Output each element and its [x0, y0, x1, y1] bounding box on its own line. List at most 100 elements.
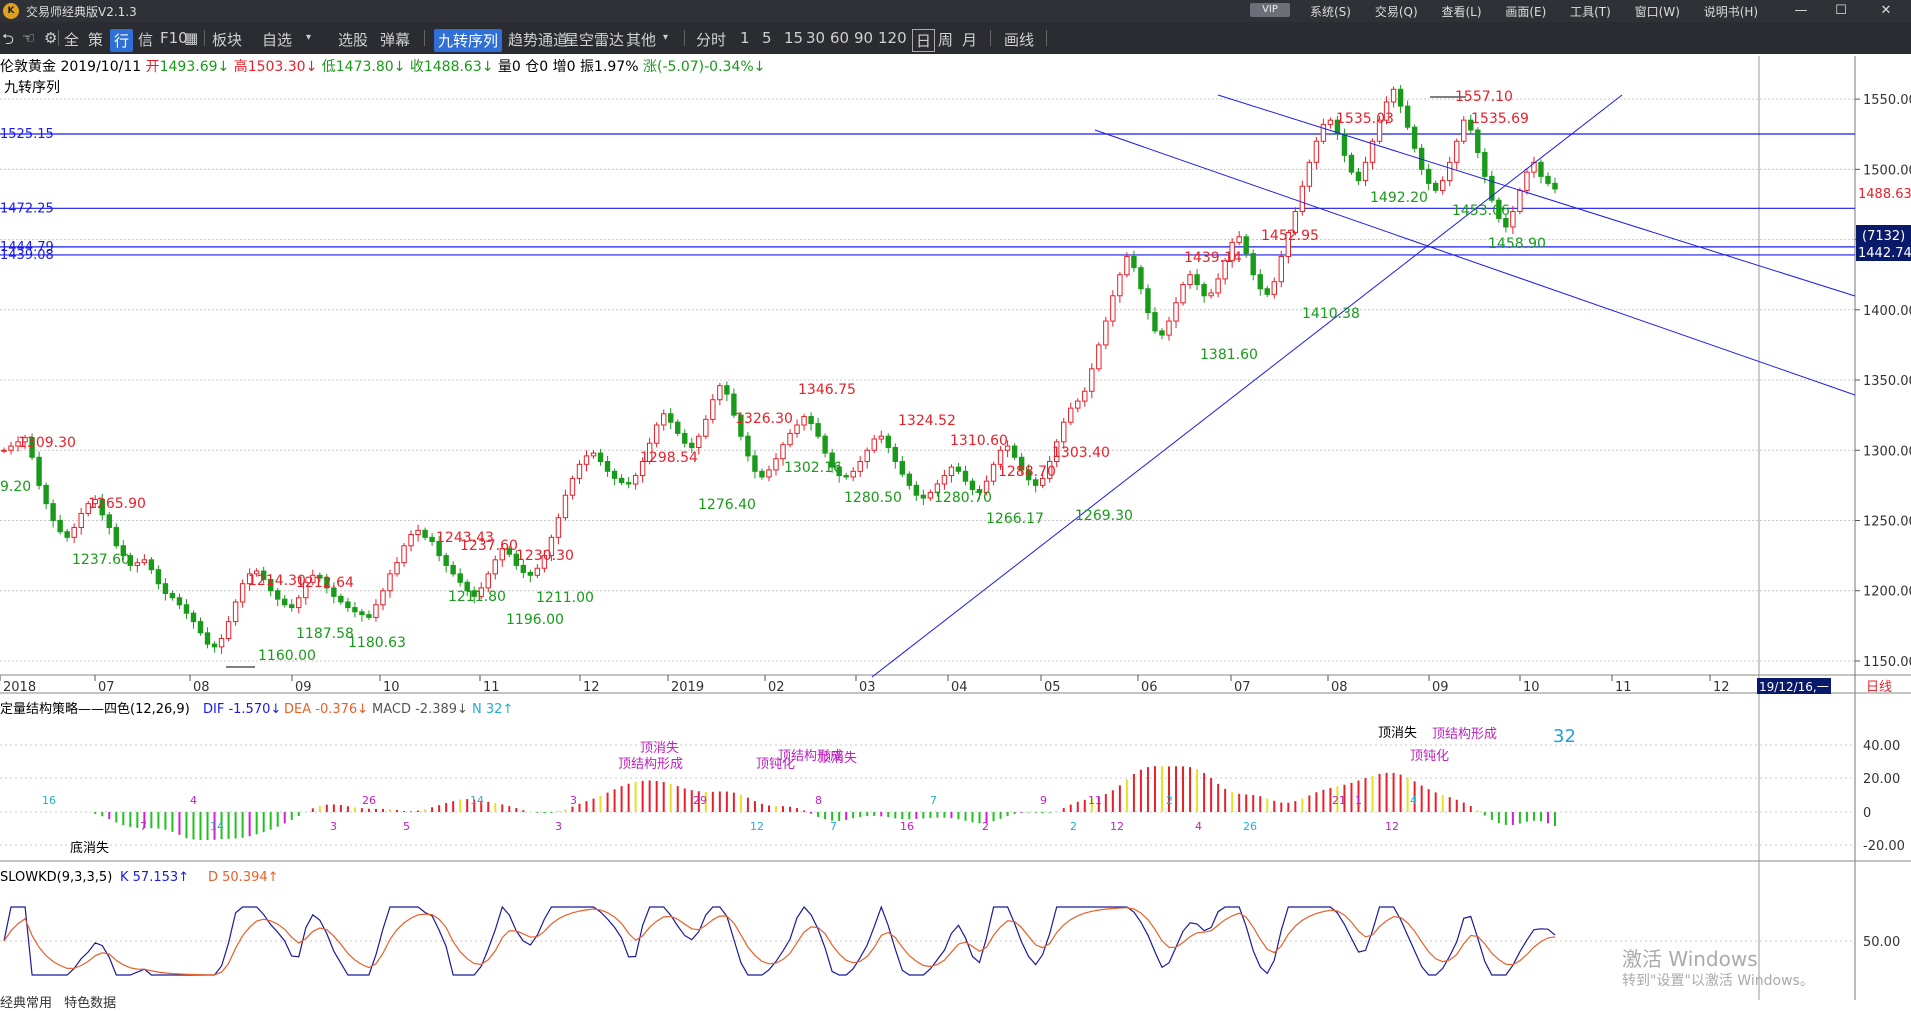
macd-count-label: 8 — [815, 794, 822, 807]
macd-count-label: 21 — [1332, 794, 1346, 807]
candle-body — [1075, 400, 1081, 409]
macd-count-label: 2 — [982, 820, 989, 833]
candle-body — [1159, 330, 1165, 336]
price-tick-label: 1400.00 — [1863, 304, 1911, 319]
candle-body — [990, 463, 997, 482]
candle-body — [296, 597, 302, 609]
candle-body — [1243, 236, 1249, 255]
candle-body — [380, 590, 386, 606]
candle-body — [338, 595, 344, 603]
peak-label: 1439.14 — [1184, 250, 1242, 266]
macd-tick-label: 0 — [1863, 806, 1871, 821]
candle-body — [366, 614, 372, 618]
macd-count-label: 26 — [1243, 820, 1257, 833]
price-tick-label: 1550.00 — [1863, 93, 1911, 108]
candle-body — [155, 569, 162, 585]
macd-annotation: 顶钝化 — [756, 757, 795, 772]
candle-body — [562, 494, 569, 519]
candle-body — [878, 435, 884, 440]
candle-body — [962, 470, 969, 482]
level-label: 1472.25 — [0, 201, 54, 216]
peak-label: 1298.54 — [640, 450, 698, 466]
date-tick-label: 04 — [951, 680, 968, 695]
candle-body — [997, 449, 1004, 465]
kd-tick-label: 50.00 — [1863, 935, 1900, 950]
peak-label: 1303.40 — [1052, 445, 1110, 461]
trough-label: 1266.17 — [986, 511, 1044, 527]
candle-body — [822, 435, 828, 454]
candle-body — [745, 435, 751, 457]
macd-tick-label: 40.00 — [1863, 739, 1900, 754]
candle-body — [148, 559, 155, 571]
candle-body — [373, 604, 379, 618]
candle-body — [597, 452, 604, 463]
price-tick-label: 1150.00 — [1863, 655, 1911, 670]
candle-body — [1306, 161, 1313, 187]
date-tick-label: 07 — [1234, 680, 1251, 695]
macd-name: 定量结构策略——四色(12,26,9) — [0, 701, 190, 717]
trough-label: 1160.00 — [258, 648, 316, 664]
candle-body — [1271, 281, 1277, 295]
trough-label: 1196.00 — [506, 612, 564, 628]
candle-body — [969, 480, 976, 491]
candle-body — [885, 435, 891, 448]
candle-body — [443, 555, 449, 566]
candle-body — [211, 643, 218, 648]
candle-body — [604, 461, 611, 472]
candle-body — [1341, 133, 1348, 156]
candle-body — [527, 571, 534, 576]
candle-body — [1011, 445, 1018, 458]
macd-tick-label: 20.00 — [1863, 772, 1900, 787]
trough-label: 1180.63 — [348, 635, 406, 651]
candle-body — [394, 562, 400, 575]
candle-body — [794, 424, 800, 434]
chart-canvas[interactable]: 1150.001200.001250.001300.001350.001400.… — [0, 0, 1911, 1004]
date-tick-label: 03 — [859, 680, 876, 695]
candle-body — [1264, 288, 1270, 295]
candle-body — [64, 531, 70, 538]
candle-body — [1103, 320, 1109, 346]
candle-body — [717, 385, 723, 401]
candle-body — [955, 466, 962, 472]
candle-body — [689, 442, 695, 448]
peak-label: 1535.69 — [1471, 111, 1529, 127]
macd-count-label: 3 — [330, 820, 337, 833]
candle-body — [899, 461, 906, 475]
date-tick-label: 05 — [1044, 680, 1061, 695]
macd-count-label: 11 — [1088, 794, 1102, 807]
candle-body — [696, 435, 702, 448]
candle-body — [653, 424, 660, 444]
candle-body — [1482, 151, 1488, 177]
macd-annotation: 底消失 — [70, 840, 109, 856]
candle-body — [50, 503, 56, 521]
cursor-date-label: 19/12/16,一 — [1759, 680, 1829, 694]
date-tick-label: 02 — [768, 680, 785, 695]
peak-label: 1535.03 — [1336, 111, 1394, 127]
candle-body — [162, 583, 169, 595]
macd-count-label: 16 — [900, 820, 914, 833]
candle-body — [1524, 171, 1530, 191]
candle-body — [1355, 171, 1362, 182]
macd-count-label: 4 — [1410, 794, 1417, 807]
candle-body — [752, 455, 758, 472]
candle-body — [857, 461, 863, 472]
date-tick-label: 08 — [1331, 680, 1348, 695]
candle-body — [611, 470, 618, 479]
candle-body — [724, 385, 730, 395]
candle-body — [408, 534, 414, 547]
macd-count-label: 12 — [1385, 820, 1399, 833]
candle-body — [1166, 320, 1172, 336]
candle-body — [239, 583, 246, 603]
price-tick-label: 1500.00 — [1863, 163, 1911, 178]
candle-body — [415, 529, 421, 536]
candle-body — [1397, 88, 1404, 107]
candle-body — [232, 601, 239, 623]
candle-body — [422, 529, 428, 538]
date-tick-label: 12 — [1713, 680, 1730, 695]
candle-body — [176, 597, 183, 606]
candle-body — [583, 455, 590, 465]
bottom-tabs: 经典常用 特色数据 — [0, 992, 116, 1011]
candle-body — [345, 601, 351, 609]
candle-body — [113, 527, 119, 547]
date-tick-label: 08 — [193, 680, 210, 695]
